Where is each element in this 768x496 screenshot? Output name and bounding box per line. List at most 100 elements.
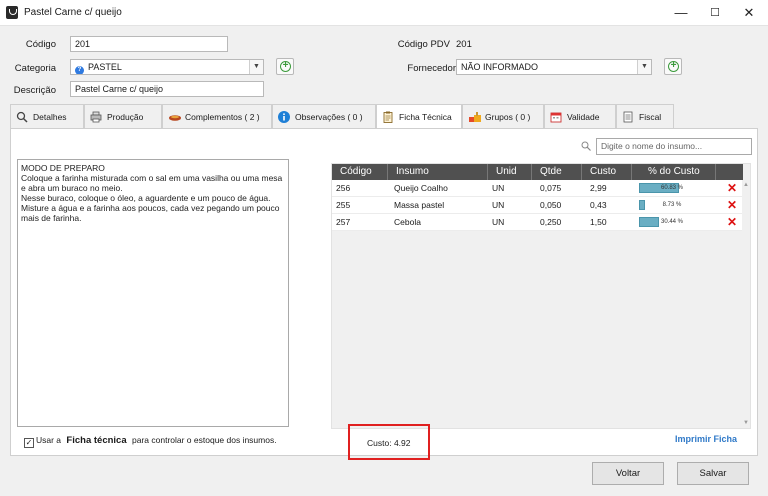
delete-row-icon[interactable]: ✕ xyxy=(727,216,737,228)
pct-label: 8.73 % xyxy=(662,202,682,208)
scroll-down-icon[interactable]: ▼ xyxy=(743,420,749,426)
custo-total: Custo: 4.92 xyxy=(367,438,411,448)
printer-icon xyxy=(90,111,102,123)
tab-label: Grupos ( 0 ) xyxy=(485,112,531,122)
calendar-icon xyxy=(550,112,562,123)
add-categoria-button[interactable]: + xyxy=(276,58,294,75)
fornecedor-value: NÃO INFORMADO xyxy=(461,62,539,72)
cell-custo: 1,50 xyxy=(590,217,607,227)
col-qtde[interactable]: Qtde xyxy=(532,164,582,180)
cell-qtde: 0,075 xyxy=(540,183,562,193)
food-icon xyxy=(469,112,481,122)
tab-complementos[interactable]: Complementos ( 2 ) xyxy=(162,104,272,128)
table-row[interactable]: 255 Massa pastel UN 0,050 0,43 8.73 % ✕ xyxy=(332,197,743,214)
tab-label: Complementos ( 2 ) xyxy=(185,112,260,122)
use-ficha-bold: Ficha técnica xyxy=(66,435,127,446)
codigo-field[interactable]: 201 xyxy=(70,36,228,52)
custo-highlight: Custo: 4.92 xyxy=(348,424,430,460)
cell-codigo: 257 xyxy=(336,217,351,227)
scroll-up-icon[interactable]: ▲ xyxy=(743,182,749,188)
categoria-select[interactable]: ? PASTEL ▼ xyxy=(70,59,264,75)
tab-producao[interactable]: Produção xyxy=(84,104,162,128)
cell-custo: 2,99 xyxy=(590,183,607,193)
tab-grupos[interactable]: Grupos ( 0 ) xyxy=(462,104,544,128)
cell-unid: UN xyxy=(492,200,505,210)
salvar-button[interactable]: Salvar xyxy=(677,462,749,485)
col-custo[interactable]: Custo xyxy=(582,164,632,180)
minimize-button[interactable]: — xyxy=(664,0,698,26)
cell-codigo: 256 xyxy=(336,183,351,193)
use-ficha-pre: Usar a xyxy=(36,435,62,445)
fornecedor-select[interactable]: NÃO INFORMADO ▼ xyxy=(456,59,652,75)
tab-observacoes[interactable]: Observações ( 0 ) xyxy=(272,104,376,128)
tab-label: Ficha Técnica xyxy=(399,112,452,122)
descricao-label: Descrição xyxy=(13,85,56,96)
tab-label: Produção xyxy=(107,112,144,122)
voltar-button[interactable]: Voltar xyxy=(592,462,664,485)
tab-label: Observações ( 0 ) xyxy=(295,112,363,122)
cell-custo: 0,43 xyxy=(590,200,607,210)
pct-cost-bar: 8.73 % xyxy=(639,200,705,210)
chevron-down-icon[interactable]: ▼ xyxy=(249,60,263,74)
table-row[interactable]: 256 Queijo Coalho UN 0,075 2,99 60.83 % … xyxy=(332,180,743,197)
insumos-table: Código Insumo Unid Qtde Custo % do Custo… xyxy=(331,163,751,429)
tab-label: Fiscal xyxy=(639,112,662,122)
info-icon xyxy=(278,111,290,123)
codigo-pdv-label: Código PDV xyxy=(397,39,450,50)
title-bar: Pastel Carne c/ queijo — ☐ ✕ xyxy=(0,0,768,26)
tab-ficha-tecnica[interactable]: Ficha Técnica xyxy=(376,104,462,129)
cell-codigo: 255 xyxy=(336,200,351,210)
tab-detalhes[interactable]: Detalhes xyxy=(10,104,84,128)
codigo-pdv-value: 201 xyxy=(456,39,472,50)
cell-insumo: Massa pastel xyxy=(394,200,445,210)
tab-validade[interactable]: Validade xyxy=(544,104,616,128)
imprimir-ficha-link[interactable]: Imprimir Ficha xyxy=(675,434,737,444)
col-codigo[interactable]: Código xyxy=(332,164,388,180)
codigo-label: Código xyxy=(25,39,56,50)
pct-label: 60.83 % xyxy=(660,185,684,191)
insumo-search-input[interactable]: Digite o nome do insumo... xyxy=(596,138,752,155)
categoria-value: PASTEL xyxy=(88,62,122,72)
descricao-field[interactable]: Pastel Carne c/ queijo xyxy=(70,81,264,97)
preparo-textarea[interactable]: MODO DE PREPARO Coloque a farinha mistur… xyxy=(17,159,289,427)
custo-label: Custo: xyxy=(367,438,392,448)
cell-unid: UN xyxy=(492,183,505,193)
delete-row-icon[interactable]: ✕ xyxy=(727,199,737,211)
notes-line: MODO DE PREPARO xyxy=(21,163,105,173)
cell-unid: UN xyxy=(492,217,505,227)
vertical-scrollbar[interactable]: ▲ ▼ xyxy=(742,180,750,428)
table-row[interactable]: 257 Cebola UN 0,250 1,50 30.44 % ✕ xyxy=(332,214,743,231)
notes-line: Nesse buraco, coloque o óleo, a aguarden… xyxy=(21,193,271,203)
col-unid[interactable]: Unid xyxy=(488,164,532,180)
plus-icon: + xyxy=(280,61,291,72)
cell-insumo: Queijo Coalho xyxy=(394,183,448,193)
tab-fiscal[interactable]: Fiscal xyxy=(616,104,674,128)
categoria-label: Categoria xyxy=(14,63,56,74)
notes-line: Coloque a farinha misturada com o sal em… xyxy=(21,173,283,193)
window-title: Pastel Carne c/ queijo xyxy=(24,7,122,18)
chevron-down-icon[interactable]: ▼ xyxy=(637,60,651,74)
add-fornecedor-button[interactable]: + xyxy=(664,58,682,75)
fornecedor-label: Fornecedor xyxy=(407,63,456,74)
col-pct-custo[interactable]: % do Custo xyxy=(632,164,716,180)
pastry-icon xyxy=(169,115,181,121)
pct-cost-bar: 60.83 % xyxy=(639,183,705,193)
tab-label: Detalhes xyxy=(33,112,67,122)
custo-value: 4.92 xyxy=(393,438,411,448)
plus-icon: + xyxy=(668,61,679,72)
use-ficha-post: para controlar o estoque dos insumos. xyxy=(132,435,277,445)
clipboard-icon xyxy=(383,111,393,123)
product-form: Código 201 Código PDV 201 Categoria ? PAS… xyxy=(0,27,768,99)
cell-qtde: 0,050 xyxy=(540,200,562,210)
close-button[interactable]: ✕ xyxy=(732,0,766,26)
search-icon xyxy=(581,141,591,151)
ficha-tecnica-panel: MODO DE PREPARO Coloque a farinha mistur… xyxy=(10,128,758,460)
tab-label: Validade xyxy=(567,112,600,122)
maximize-button[interactable]: ☐ xyxy=(698,0,732,26)
use-ficha-checkbox[interactable]: ✓ xyxy=(24,438,34,448)
notes-line: Misture a água e a farinha aos poucos, c… xyxy=(21,203,280,223)
use-ficha-checkbox-row[interactable]: ✓ Usar a Ficha técnica para controlar o e… xyxy=(24,435,277,448)
app-icon xyxy=(6,6,18,19)
delete-row-icon[interactable]: ✕ xyxy=(727,182,737,194)
col-insumo[interactable]: Insumo xyxy=(388,164,488,180)
